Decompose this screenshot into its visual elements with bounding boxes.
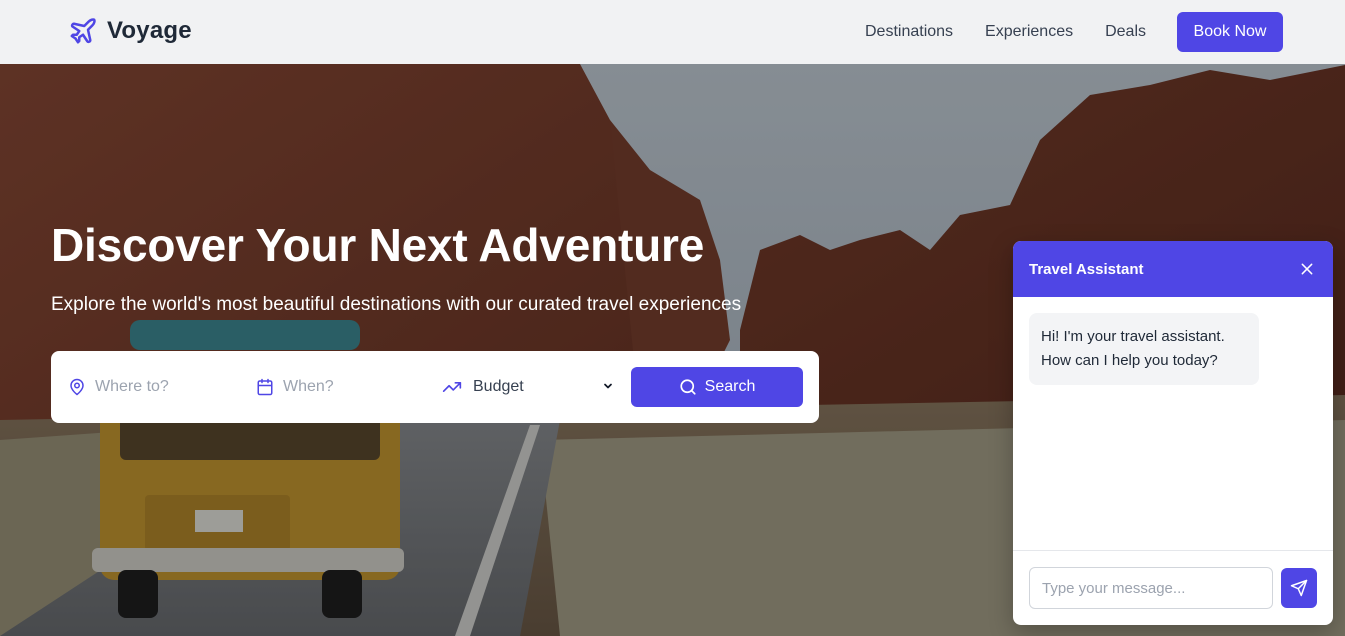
main-nav: Destinations Experiences Deals Book Now bbox=[865, 12, 1283, 52]
page: Voyage Destinations Experiences Deals Bo… bbox=[0, 0, 1345, 636]
chat-title: Travel Assistant bbox=[1029, 260, 1144, 278]
budget-select[interactable]: Budget bbox=[442, 351, 614, 423]
destination-input[interactable] bbox=[95, 378, 235, 396]
chat-footer bbox=[1013, 550, 1333, 625]
assistant-message: Hi! I'm your travel assistant. How can I… bbox=[1029, 313, 1259, 385]
hero-subtitle: Explore the world's most beautiful desti… bbox=[51, 294, 742, 315]
travel-assistant-chat: Travel Assistant Hi! I'm your travel ass… bbox=[1013, 241, 1333, 625]
map-pin-icon bbox=[70, 378, 84, 396]
chat-messages: Hi! I'm your travel assistant. How can I… bbox=[1013, 297, 1333, 550]
brand-name: Voyage bbox=[107, 17, 192, 44]
nav-deals[interactable]: Deals bbox=[1105, 23, 1146, 41]
brand-logo[interactable]: Voyage bbox=[68, 16, 192, 46]
trending-up-icon bbox=[442, 382, 462, 392]
date-input[interactable] bbox=[283, 378, 423, 396]
chat-header: Travel Assistant bbox=[1013, 241, 1333, 297]
destination-field bbox=[68, 351, 235, 423]
nav-experiences[interactable]: Experiences bbox=[985, 23, 1073, 41]
budget-selected-value: Budget bbox=[473, 378, 524, 395]
date-field bbox=[256, 351, 423, 423]
chevron-down-icon bbox=[604, 383, 612, 389]
book-now-button[interactable]: Book Now bbox=[1177, 12, 1283, 52]
calendar-icon bbox=[257, 378, 273, 396]
nav-destinations[interactable]: Destinations bbox=[865, 23, 953, 41]
search-icon bbox=[680, 379, 696, 395]
send-icon bbox=[1290, 579, 1308, 597]
search-button-label: Search bbox=[704, 378, 756, 395]
chat-message-input[interactable] bbox=[1029, 567, 1273, 609]
plane-icon bbox=[70, 18, 96, 44]
search-button[interactable]: Search bbox=[631, 367, 803, 407]
hero-title: Discover Your Next Adventure bbox=[51, 219, 705, 271]
send-button[interactable] bbox=[1281, 568, 1317, 608]
site-header: Voyage Destinations Experiences Deals Bo… bbox=[0, 0, 1345, 64]
close-icon[interactable] bbox=[1300, 262, 1314, 276]
search-bar: Budget Search bbox=[51, 351, 819, 423]
